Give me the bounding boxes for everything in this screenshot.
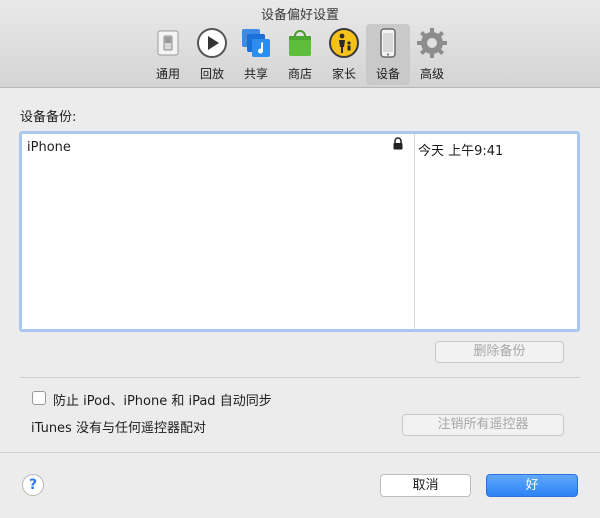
- tab-label: 回放: [199, 67, 224, 81]
- device-icon: [380, 28, 396, 58]
- play-icon: [197, 28, 227, 58]
- ok-button[interactable]: 好: [486, 474, 578, 497]
- remote-status-text: iTunes 没有与任何遥控器配对: [31, 421, 206, 436]
- divider: [20, 377, 580, 378]
- tab-general[interactable]: 通用: [146, 24, 190, 86]
- preferences-window: 设备偏好设置 通用 回放 共享 商店 家长 设备 高级 设备备份: iPhone…: [0, 0, 600, 518]
- tab-label: 通用: [155, 67, 180, 81]
- lock-icon: [393, 137, 403, 150]
- tab-parental[interactable]: 家长: [322, 24, 366, 86]
- prevent-sync-label[interactable]: 防止 iPod、iPhone 和 iPad 自动同步: [53, 390, 272, 409]
- store-bag-icon: [289, 30, 311, 56]
- backups-heading: 设备备份:: [20, 110, 77, 125]
- tab-label: 家长: [331, 67, 356, 81]
- tab-sharing[interactable]: 共享: [234, 24, 278, 86]
- parental-icon: [329, 28, 359, 58]
- tab-store[interactable]: 商店: [278, 24, 322, 86]
- tab-label: 共享: [243, 67, 268, 81]
- prevent-sync-checkbox[interactable]: [32, 391, 46, 405]
- tab-devices[interactable]: 设备: [366, 24, 410, 85]
- help-button[interactable]: ?: [22, 474, 44, 496]
- cancel-button[interactable]: 取消: [380, 474, 471, 497]
- backup-date: 今天 上午9:41: [418, 144, 504, 159]
- unpair-remotes-button[interactable]: 注销所有遥控器: [402, 414, 564, 436]
- window-title: 设备偏好设置: [260, 8, 339, 23]
- music-share-icon: [242, 29, 270, 57]
- backup-device-name: iPhone: [27, 140, 71, 155]
- tab-label: 商店: [287, 67, 312, 81]
- tab-playback[interactable]: 回放: [190, 24, 234, 86]
- toolbar: 设备偏好设置 通用 回放 共享 商店 家长 设备 高级: [0, 0, 600, 88]
- footer-divider: [0, 452, 600, 453]
- delete-backup-button[interactable]: 删除备份: [435, 341, 564, 363]
- tab-label: 高级: [419, 67, 444, 81]
- tab-label: 设备: [375, 67, 400, 81]
- column-divider: [414, 134, 415, 329]
- backups-table[interactable]: iPhone 今天 上午9:41: [19, 131, 580, 332]
- gear-icon: [417, 28, 447, 58]
- switch-icon: [157, 30, 179, 56]
- tab-advanced[interactable]: 高级: [410, 24, 454, 86]
